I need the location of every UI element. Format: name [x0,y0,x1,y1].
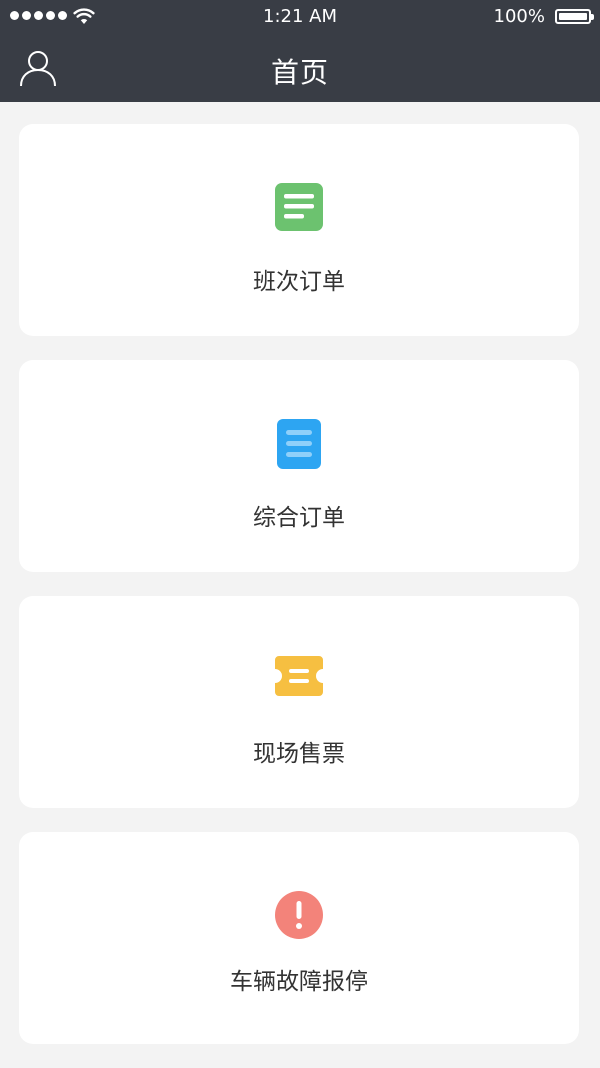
card-label: 现场售票 [253,741,345,767]
card-comprehensive-orders[interactable]: 综合订单 [19,360,579,572]
document-list-icon [275,183,323,231]
ticket-icon [275,656,323,696]
battery-percent: 100% [493,6,545,27]
battery-icon [555,9,594,24]
alert-icon [275,891,323,939]
card-vehicle-fault-report[interactable]: 车辆故障报停 [19,832,579,1044]
card-label: 车辆故障报停 [230,969,368,995]
card-label: 班次订单 [253,269,345,295]
card-shift-orders[interactable]: 班次订单 [19,124,579,336]
status-bar: 1:21 AM 100% [0,0,600,34]
menu-card-list: 班次订单 综合订单 现场售票 车辆故障报停 [19,124,579,1068]
clipboard-list-icon [277,419,321,469]
page-title: 首页 [270,56,329,89]
nav-bar: 首页 [0,34,600,102]
card-label: 综合订单 [253,505,345,531]
card-onsite-ticketing[interactable]: 现场售票 [19,596,579,808]
